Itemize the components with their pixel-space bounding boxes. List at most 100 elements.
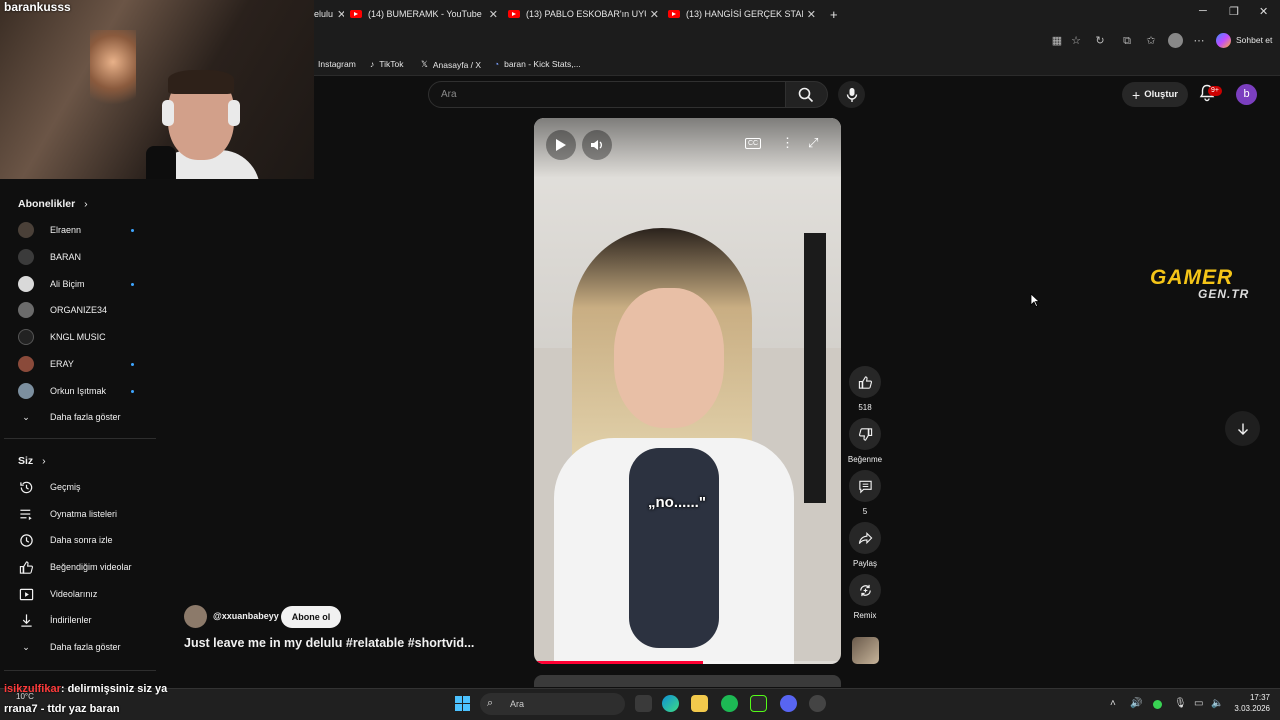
tray-volume-icon[interactable]: 🔈 [1211, 698, 1223, 709]
show-more-subscriptions[interactable]: ⌄ Daha fazla göster [18, 407, 148, 427]
channel-handle[interactable]: @xxuanbabeyy [213, 611, 279, 621]
like-count: 518 [858, 403, 872, 412]
progress-bar[interactable] [534, 661, 841, 664]
apps-icon[interactable]: ▦ [1050, 34, 1064, 48]
sidebar-item-orkun-isitmak[interactable]: Orkun Işıtmak [18, 381, 148, 401]
tray-chevron-up-icon[interactable]: ˄ [1110, 698, 1116, 709]
close-window-icon[interactable]: ✕ [1259, 5, 1268, 18]
headset-earcup [162, 100, 174, 126]
more-options-icon[interactable]: ⋮ [781, 135, 794, 151]
thumbs-down-icon [849, 418, 881, 450]
tab-title: (14) BUMERAMK - YouTube [368, 9, 482, 19]
streamer-hair [168, 70, 234, 94]
task-view-icon[interactable] [635, 695, 652, 712]
play-icon [556, 139, 566, 151]
browser-tab[interactable]: (13) HANGİSİ GERÇEK STAND-UP ✕ [668, 3, 820, 25]
new-content-dot [131, 282, 134, 286]
bookmark-tiktok[interactable]: ♪ TikTok [370, 59, 404, 69]
video-icon [18, 586, 34, 602]
sidebar-item-liked-videos[interactable]: Beğendiğim videolar [18, 557, 148, 577]
thumbs-up-icon [849, 366, 881, 398]
search-icon: ⌕ [487, 697, 494, 709]
video-title[interactable]: Just leave me in my delulu #relatable #s… [184, 636, 474, 650]
discord-icon[interactable] [780, 695, 797, 712]
favorites-icon[interactable]: ✩ [1144, 34, 1158, 48]
refresh-icon[interactable]: ↻ [1093, 34, 1107, 48]
sidebar-item-kngl-music[interactable]: KNGL MUSIC [18, 327, 148, 347]
voice-search-button[interactable] [838, 81, 865, 108]
show-more-you[interactable]: ⌄ Daha fazla göster [18, 637, 148, 657]
spotify-icon[interactable] [721, 695, 738, 712]
close-icon[interactable]: ✕ [646, 8, 663, 21]
new-tab-button[interactable]: + [830, 3, 846, 25]
closed-captions-icon[interactable]: CC [745, 138, 762, 149]
you-heading[interactable]: Siz › [18, 455, 46, 467]
browser-tab[interactable]: (14) BUMERAMK - YouTube ✕ [350, 3, 502, 25]
sidebar-item-ali-bicim[interactable]: Ali Biçim [18, 274, 148, 294]
app-icon[interactable] [809, 695, 826, 712]
extensions-icon[interactable]: ⧉ [1120, 34, 1134, 48]
remix-button[interactable]: Remix [849, 574, 881, 620]
copilot-icon[interactable] [1216, 33, 1231, 48]
channel-avatar[interactable] [184, 605, 207, 628]
edge-browser-icon[interactable] [662, 695, 679, 712]
close-icon[interactable]: ✕ [333, 8, 344, 21]
shorts-video-player[interactable]: CC ⋮ ⤢ „no......" [534, 118, 841, 664]
streamer-microphone [146, 146, 176, 179]
sidebar-item-organize34[interactable]: ORGANIZE34 [18, 300, 148, 320]
copilot-label[interactable]: Sohbet et [1236, 35, 1272, 45]
chevron-right-icon: › [84, 198, 88, 210]
sidebar-divider [4, 670, 156, 671]
more-icon[interactable]: ⋯ [1192, 34, 1206, 48]
comment-icon [849, 470, 881, 502]
comment-count: 5 [862, 507, 868, 516]
play-button[interactable] [546, 130, 576, 160]
sound-thumbnail[interactable] [852, 637, 879, 664]
next-short-button[interactable] [1225, 411, 1260, 446]
sidebar-item-baran[interactable]: BARAN [18, 247, 148, 267]
like-button[interactable]: 518 [849, 366, 881, 412]
tray-display-icon[interactable]: ▭ [1194, 698, 1203, 709]
windows-start-icon[interactable] [455, 696, 470, 711]
create-button[interactable]: + Oluştur [1122, 82, 1188, 107]
search-icon [798, 87, 814, 103]
browser-tab-active[interactable]: elulu ✕ [314, 3, 344, 25]
dislike-button[interactable]: Beğenme [848, 418, 882, 464]
search-input[interactable]: Ara [428, 81, 786, 108]
search-button[interactable] [786, 81, 828, 108]
taskbar-search-input[interactable]: Ara [480, 693, 625, 715]
subscribe-button[interactable]: Abone ol [281, 606, 341, 628]
sidebar-item-history[interactable]: Geçmiş [18, 477, 148, 497]
tray-mic-icon[interactable]: 🎙 [1174, 698, 1187, 709]
close-icon[interactable]: ✕ [485, 8, 502, 21]
favorite-star-icon[interactable]: ☆ [1069, 34, 1083, 48]
tray-audio-icon[interactable]: 🔊 [1130, 698, 1142, 709]
close-icon[interactable]: ✕ [803, 8, 820, 21]
tray-status-icon[interactable] [1153, 700, 1162, 709]
volume-button[interactable] [582, 130, 612, 160]
sidebar-item-playlists[interactable]: Oynatma listeleri [18, 504, 148, 524]
browser-tab[interactable]: (13) PABLO ESKOBAR'ın UYUŞTURU ✕ [508, 3, 663, 25]
share-button[interactable]: Paylaş [849, 522, 881, 568]
tab-title: (13) PABLO ESKOBAR'ın UYUŞTURU [526, 9, 646, 19]
comments-button[interactable]: 5 [849, 470, 881, 516]
minimize-icon[interactable]: ─ [1199, 5, 1207, 17]
account-avatar[interactable]: b [1236, 84, 1257, 105]
fullscreen-icon[interactable]: ⤢ [808, 135, 818, 151]
file-explorer-icon[interactable] [691, 695, 708, 712]
sidebar-item-downloads[interactable]: İndirilenler [18, 610, 148, 630]
bookmark-kick-stats[interactable]: ◔ baran - Kick Stats,... [494, 59, 581, 69]
bookmark-instagram[interactable]: Instagram [318, 59, 356, 69]
kick-app-icon[interactable] [750, 695, 767, 712]
next-short-preview[interactable] [534, 675, 841, 687]
sidebar-item-elraenn[interactable]: Elraenn [18, 220, 148, 240]
restore-icon[interactable]: ❐ [1229, 5, 1239, 18]
sidebar-item-your-videos[interactable]: Videolarınız [18, 584, 148, 604]
sidebar-item-eray[interactable]: ERAY [18, 354, 148, 374]
taskbar-clock[interactable]: 17:37 3.03.2026 [1226, 692, 1270, 714]
sidebar-item-watch-later[interactable]: Daha sonra izle [18, 530, 148, 550]
microphone-icon [846, 87, 857, 102]
bookmark-x[interactable]: 𝕏 Anasayfa / X [421, 59, 481, 70]
profile-icon[interactable] [1168, 33, 1183, 48]
subscriptions-heading[interactable]: Abonelikler › [18, 198, 88, 210]
